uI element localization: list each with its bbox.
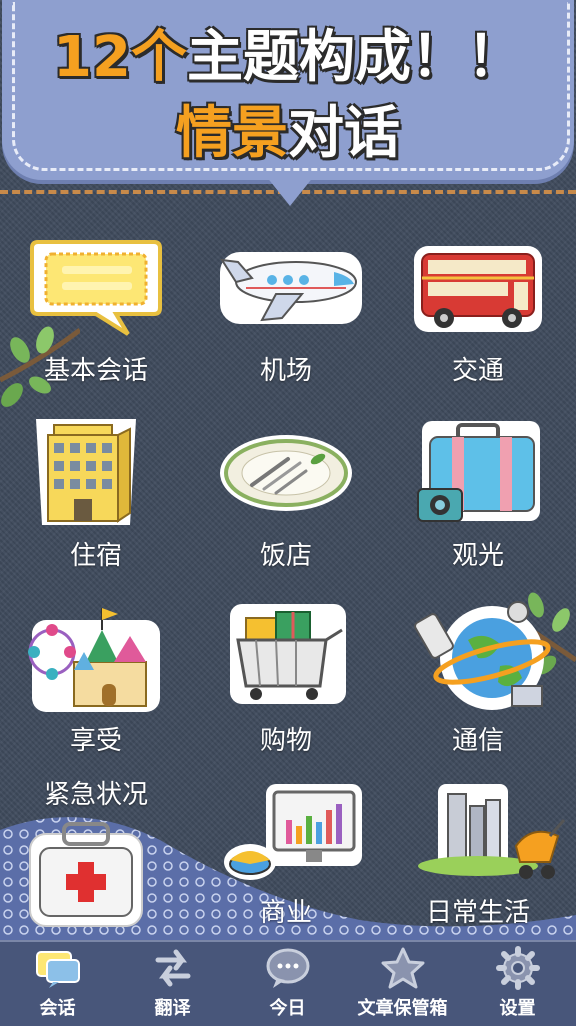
tab-today[interactable]: 今日 (230, 942, 345, 1026)
topic-airport[interactable]: 机场 (196, 230, 376, 410)
bottom-tab-bar: 会话 翻译 今日 文章保管箱 设置 (0, 940, 576, 1026)
tab-conversation[interactable]: 会话 (0, 942, 115, 1026)
topic-label: 紧急状况 (43, 780, 148, 810)
tab-label: 翻译 (154, 998, 191, 1019)
first-aid-kit-icon (29, 822, 143, 927)
headline-text-1: 主题构成！！ (186, 25, 523, 90)
tab-saved-sentences[interactable]: 文章保管箱 (345, 942, 460, 1026)
topic-accommodation[interactable]: 住宿 (6, 415, 186, 595)
gear-icon (496, 946, 540, 990)
topic-label: 基本会话 (43, 356, 148, 386)
topic-transportation[interactable]: 交通 (388, 230, 568, 410)
topic-label: 商业 (259, 898, 312, 928)
topic-label: 通信 (451, 726, 504, 756)
city-stroller-icon (418, 784, 566, 879)
topic-entertainment[interactable]: 享受 (6, 600, 186, 780)
tab-label: 会话 (39, 998, 76, 1019)
suitcase-camera-icon (417, 421, 540, 522)
tab-label: 文章保管箱 (357, 998, 448, 1019)
banner-pointer (266, 176, 314, 206)
topic-label: 享受 (69, 726, 122, 756)
tab-translate[interactable]: 翻译 (115, 942, 230, 1026)
speech-bubble-icon (30, 240, 162, 336)
tab-label: 设置 (499, 998, 536, 1019)
tab-settings[interactable]: 设置 (460, 942, 575, 1026)
chat-bubbles-icon (36, 951, 80, 988)
hotel-icon (36, 419, 136, 525)
topic-label: 机场 (259, 356, 312, 386)
headline-accent-1: 12个 (53, 25, 187, 90)
topic-label: 日常生活 (425, 898, 530, 928)
amusement-park-icon (28, 608, 160, 712)
banner-headline-line1: 12个主题构成！！ (0, 12, 576, 93)
topic-label: 交通 (451, 356, 504, 386)
banner-headline-line2: 情景对话 (0, 88, 576, 169)
bus-icon (414, 246, 542, 332)
headline-accent-2: 情景 (176, 101, 288, 166)
airplane-icon (220, 252, 362, 324)
topic-label: 饭店 (259, 541, 312, 571)
topic-label: 观光 (451, 541, 504, 571)
topic-emergency[interactable]: 紧急状况 (6, 770, 186, 940)
topic-daily-life[interactable]: 日常生活 (388, 780, 568, 940)
topic-communication[interactable]: 通信 (388, 600, 568, 780)
swap-arrows-icon (155, 949, 191, 987)
topic-basic-conversation[interactable]: 基本会话 (6, 230, 186, 410)
topic-label: 住宿 (69, 541, 122, 571)
topic-sightseeing[interactable]: 观光 (388, 415, 568, 595)
star-icon (381, 947, 425, 989)
topic-shopping[interactable]: 购物 (196, 600, 376, 780)
business-chart-icon (224, 784, 362, 880)
topic-restaurant[interactable]: 饭店 (196, 415, 376, 595)
shopping-cart-icon (230, 604, 346, 704)
topic-business[interactable]: 商业 (196, 780, 376, 940)
plate-icon (220, 435, 352, 511)
topic-label: 购物 (259, 726, 312, 756)
tab-label: 今日 (269, 998, 306, 1019)
speech-dots-icon (266, 948, 310, 988)
headline-text-2: 对话 (288, 101, 400, 166)
globe-phone-icon (414, 601, 551, 710)
